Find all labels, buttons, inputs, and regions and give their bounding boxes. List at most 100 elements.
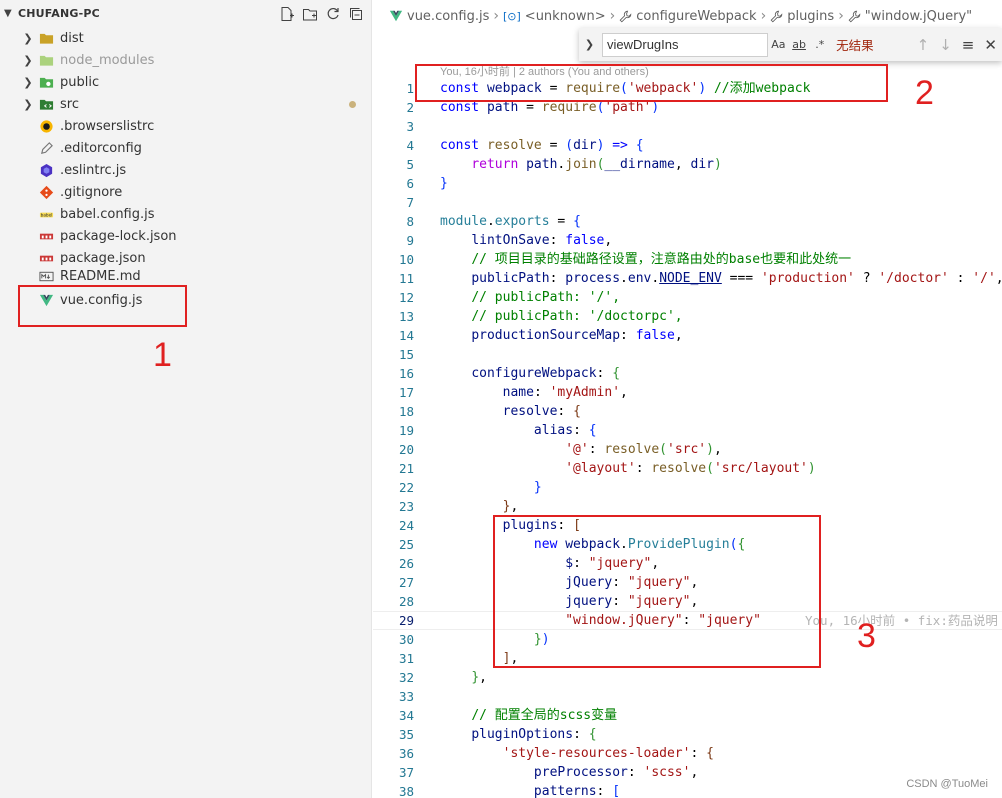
svg-text:babel: babel xyxy=(40,212,52,217)
folder-node-icon xyxy=(38,52,54,68)
chevron-right-icon: › xyxy=(493,8,499,24)
breadcrumb-item-plugins[interactable]: plugins xyxy=(770,9,834,24)
chevron-right-icon[interactable]: ❯ xyxy=(20,54,36,67)
code-line: 35 pluginOptions: { xyxy=(398,727,597,742)
code-line: 36 'style-resources-loader': { xyxy=(398,746,714,761)
code-lines: 1 const webpack = require('webpack') //添加… xyxy=(373,79,1002,798)
tree-item-readme[interactable]: README.md xyxy=(0,269,372,283)
chevron-right-icon[interactable]: ❯ xyxy=(20,98,36,111)
annotation-label-2: 2 xyxy=(915,74,934,112)
tree-item-editorconfig[interactable]: .editorconfig xyxy=(0,137,372,159)
tree-item-label: .editorconfig xyxy=(60,140,142,156)
match-case-toggle[interactable]: Aa xyxy=(768,38,789,51)
annotation-label-3: 3 xyxy=(857,617,876,655)
tree-item-label: node_modules xyxy=(60,52,155,68)
code-line: 34 // 配置全局的scss变量 xyxy=(398,708,618,723)
vue-icon xyxy=(389,9,403,23)
chevron-right-icon[interactable]: ❯ xyxy=(20,76,36,89)
find-input[interactable] xyxy=(601,32,768,57)
breadcrumb-label: plugins xyxy=(787,8,835,24)
tree-item-src[interactable]: ❯ src xyxy=(0,93,372,115)
arrow-down-icon[interactable]: ↓ xyxy=(934,36,957,54)
code-line: 9 lintOnSave: false, xyxy=(406,233,613,248)
annotation-box-1 xyxy=(18,285,187,327)
chevron-right-icon[interactable]: ❯ xyxy=(20,32,36,45)
code-line: 18 resolve: { xyxy=(398,404,581,419)
tree-item-label: .eslintrc.js xyxy=(60,162,127,178)
breadcrumb-label: "window.jQuery" xyxy=(864,8,973,24)
breadcrumb-item-window-jquery[interactable]: "window.jQuery" xyxy=(848,9,972,24)
code-line: 13 // publicPath: '/doctorpc', xyxy=(398,309,683,324)
eslint-icon xyxy=(38,162,54,178)
code-line: 19 alias: { xyxy=(398,423,597,438)
whole-word-toggle[interactable]: ab xyxy=(789,38,810,51)
code-line: 12 // publicPath: '/', xyxy=(398,290,621,305)
tree-item-node-modules[interactable]: ❯ node_modules xyxy=(0,49,372,71)
code-line: 22 } xyxy=(398,480,542,495)
module-icon: [⊙] xyxy=(502,9,521,23)
tree-item-package-json[interactable]: package.json xyxy=(0,247,372,269)
explorer-sidebar: ▼ CHUFANG-PC ❯ dist ❯ node_modules ❯ pub… xyxy=(0,0,372,798)
refresh-icon[interactable] xyxy=(325,6,342,22)
folder-dist-icon xyxy=(38,30,54,46)
tree-item-browserslistrc[interactable]: .browserslistrc xyxy=(0,115,372,137)
code-line: 32 }, xyxy=(398,670,487,685)
tree-item-public[interactable]: ❯ public xyxy=(0,71,372,93)
editor-pane: vue.config.js › [⊙] <unknown> › configur… xyxy=(373,0,1002,798)
folder-public-icon xyxy=(38,74,54,90)
tree-item-babel-config[interactable]: babel babel.config.js xyxy=(0,203,372,225)
tree-item-gitignore[interactable]: .gitignore xyxy=(0,181,372,203)
breadcrumb-item-configure-webpack[interactable]: configureWebpack xyxy=(619,8,757,24)
tree-item-label: dist xyxy=(60,30,84,46)
tree-item-label: babel.config.js xyxy=(60,206,155,222)
chevron-right-icon: › xyxy=(838,8,844,24)
tree-item-label: .gitignore xyxy=(60,184,123,200)
code-line: 8 module.exports = { xyxy=(406,214,581,229)
code-line: 6} xyxy=(406,176,448,191)
code-area[interactable]: You, 16小时前 | 2 authors (You and others) … xyxy=(373,61,1002,798)
chevron-down-icon[interactable]: ▼ xyxy=(4,8,18,19)
inline-blame[interactable]: You, 16小时前 • fix:药品说明 xyxy=(805,611,998,630)
tree-item-label: .browserslistrc xyxy=(60,118,155,134)
find-widget: ❯ Aa ab .* 无结果 ↑ ↓ ≡ ✕ xyxy=(579,28,1002,61)
breadcrumb-label: configureWebpack xyxy=(636,8,757,24)
editorconfig-icon xyxy=(38,140,54,156)
tree-item-label: package-lock.json xyxy=(60,228,177,244)
code-line: 3 xyxy=(406,119,414,134)
code-line: 4 const resolve = (dir) => { xyxy=(406,138,644,153)
wrench-icon xyxy=(619,10,632,23)
find-in-selection-icon[interactable]: ≡ xyxy=(957,36,980,54)
close-icon[interactable]: ✕ xyxy=(979,36,1002,54)
tree-item-label: public xyxy=(60,74,100,90)
collapse-all-icon[interactable] xyxy=(348,6,365,22)
wrench-icon xyxy=(848,10,861,23)
chevron-right-icon: › xyxy=(760,8,767,24)
npm-icon xyxy=(38,250,54,266)
git-icon xyxy=(38,184,54,200)
tree-item-package-lock[interactable]: package-lock.json xyxy=(0,225,372,247)
explorer-title: CHUFANG-PC xyxy=(18,7,100,20)
find-result-count: 无结果 xyxy=(836,38,874,53)
annotation-box-3 xyxy=(493,515,821,668)
breadcrumb-item-module[interactable]: [⊙] <unknown> xyxy=(503,9,606,24)
arrow-up-icon[interactable]: ↑ xyxy=(912,36,935,54)
browserslist-icon xyxy=(38,118,54,134)
code-line: 5 return path.join(__dirname, dir) xyxy=(406,157,722,172)
code-line: 17 name: 'myAdmin', xyxy=(398,385,628,400)
code-line: 16 configureWebpack: { xyxy=(398,366,621,381)
tree-item-dist[interactable]: ❯ dist xyxy=(0,27,372,49)
babel-icon: babel xyxy=(38,206,54,222)
tree-item-eslintrc[interactable]: .eslintrc.js xyxy=(0,159,372,181)
code-line: 23 }, xyxy=(398,499,519,514)
watermark: CSDN @TuoMei xyxy=(906,778,988,790)
explorer-actions xyxy=(279,6,365,22)
chevron-right-icon: › xyxy=(609,8,616,24)
regex-toggle[interactable]: .* xyxy=(809,38,830,51)
new-file-icon[interactable] xyxy=(279,6,296,22)
toggle-replace-chevron-icon[interactable]: ❯ xyxy=(581,38,598,51)
new-folder-icon[interactable] xyxy=(302,6,319,22)
breadcrumb-label: vue.config.js xyxy=(407,8,490,24)
npm-icon xyxy=(38,228,54,244)
breadcrumb-item-file[interactable]: vue.config.js xyxy=(389,9,489,24)
code-line: 20 '@': resolve('src'), xyxy=(398,442,722,457)
